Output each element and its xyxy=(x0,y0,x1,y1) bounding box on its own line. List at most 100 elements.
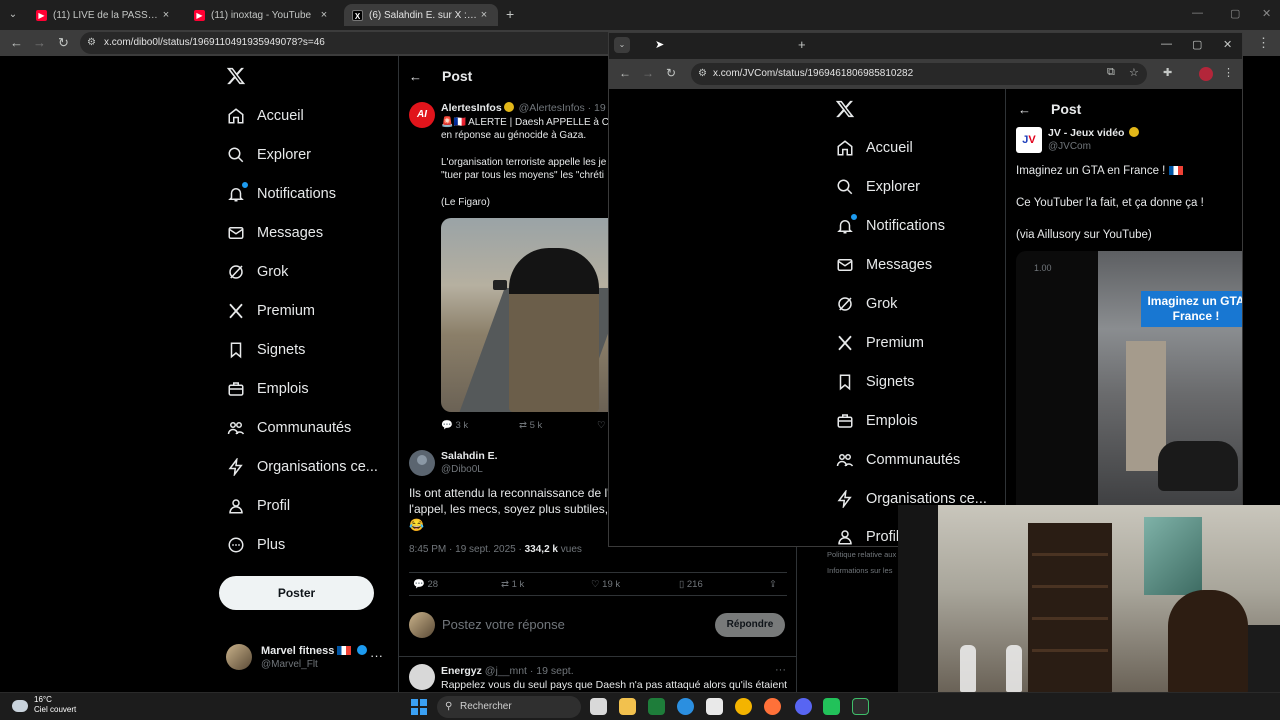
minimize-icon[interactable]: — xyxy=(1161,38,1172,50)
firefox-icon[interactable] xyxy=(764,698,781,715)
nav-verified-orgs[interactable]: Organisations ce... xyxy=(226,453,378,481)
back-icon[interactable]: ← xyxy=(10,35,23,50)
nav-jobs[interactable]: Emplois xyxy=(226,375,309,403)
nav-profile[interactable]: Profil xyxy=(835,523,899,546)
weather-widget[interactable]: 16°C Ciel couvert xyxy=(34,695,76,715)
nav-premium[interactable]: Premium xyxy=(226,297,315,325)
nav-grok[interactable]: Grok xyxy=(226,258,288,286)
reply-author-handle[interactable]: @Dibo0L xyxy=(441,464,483,475)
install-app-icon[interactable]: ⧉ xyxy=(1107,66,1115,79)
quoted-reposts[interactable]: ⇄ 5 k xyxy=(519,420,542,431)
close-window-icon[interactable]: ✕ xyxy=(1262,7,1271,20)
tab-youtube-live[interactable]: ▶ (11) LIVE de la PASSION - YouT × xyxy=(28,4,180,26)
task-view-icon[interactable] xyxy=(590,698,607,715)
tab-search-button[interactable]: ⌄ xyxy=(4,6,22,24)
xbox-icon[interactable] xyxy=(648,698,665,715)
menu-icon[interactable]: ⋮ xyxy=(1223,66,1234,79)
quoted-replies[interactable]: 💬 3 k xyxy=(441,420,468,431)
new-tab-button[interactable]: + xyxy=(506,6,514,22)
nav-messages[interactable]: Messages xyxy=(226,219,323,247)
account-switcher[interactable]: Marvel fitness @Marvel_Flt ··· xyxy=(226,642,386,672)
cloud-icon[interactable] xyxy=(12,700,28,712)
back-arrow-icon[interactable]: ← xyxy=(409,69,422,84)
nav-bookmarks[interactable]: Signets xyxy=(835,368,914,396)
extensions-icon[interactable]: ✚ xyxy=(1163,66,1172,79)
bookmark-button[interactable]: ▯ 216 xyxy=(679,579,703,590)
avatar[interactable]: AI xyxy=(409,102,435,128)
chrome-icon[interactable] xyxy=(735,698,752,715)
reload-icon[interactable]: ↻ xyxy=(666,66,676,80)
post-video[interactable]: 1.00 Imaginez un GTA France ! xyxy=(1016,251,1242,511)
close-window-icon[interactable]: ✕ xyxy=(1223,38,1232,51)
taskbar-search[interactable]: ⚲ Rechercher xyxy=(437,696,581,718)
profile-avatar[interactable] xyxy=(1199,67,1213,81)
nav-grok[interactable]: Grok xyxy=(835,290,897,318)
post-author-handle[interactable]: @JVCom xyxy=(1048,141,1091,152)
profile-icon xyxy=(835,527,855,546)
file-explorer-icon[interactable] xyxy=(619,698,636,715)
close-icon[interactable]: × xyxy=(160,9,172,21)
close-icon[interactable]: × xyxy=(318,9,330,21)
repost-button[interactable]: ⇄ 1 k xyxy=(501,579,524,590)
post-author-name[interactable]: JV - Jeux vidéo xyxy=(1048,127,1141,139)
tab-x-post[interactable]: X (6) Salahdin E. sur X : "@Alerte × xyxy=(344,4,498,26)
forward-icon[interactable]: → xyxy=(642,66,654,80)
footer-link[interactable]: Informations sur les xyxy=(827,566,892,575)
more-dots-icon[interactable]: ··· xyxy=(370,648,383,663)
footer-link[interactable]: Politique relative aux xyxy=(827,550,896,559)
new-tab-button[interactable]: + xyxy=(798,37,806,52)
tab-search-button[interactable]: ⌄ xyxy=(614,37,630,53)
share-icon[interactable]: ⇪ xyxy=(769,579,777,590)
nav-profile[interactable]: Profil xyxy=(226,492,290,520)
minimize-icon[interactable]: — xyxy=(1192,7,1203,19)
reply-submit-button[interactable]: Répondre xyxy=(715,613,785,637)
more-dots-icon[interactable]: ··· xyxy=(775,664,786,676)
like-icon[interactable]: ♡ xyxy=(597,420,606,431)
site-info-icon[interactable]: ⚙ xyxy=(698,63,707,85)
x-logo-icon[interactable] xyxy=(835,99,855,119)
nav-communities[interactable]: Communautés xyxy=(226,414,351,442)
reload-icon[interactable]: ↻ xyxy=(58,35,69,51)
tab-youtube-inoxtag[interactable]: ▶ (11) inoxtag - YouTube × xyxy=(186,4,338,26)
nav-notifications[interactable]: Notifications xyxy=(835,212,945,240)
forward-icon[interactable]: → xyxy=(33,35,46,50)
like-button[interactable]: ♡ 19 k xyxy=(591,579,620,590)
reply-input[interactable]: Postez votre réponse xyxy=(442,617,565,632)
poster xyxy=(1144,517,1202,595)
back-arrow-icon[interactable]: ← xyxy=(1018,102,1031,117)
nav-home[interactable]: Accueil xyxy=(226,102,304,130)
app-icon[interactable] xyxy=(852,698,869,715)
app-icon[interactable] xyxy=(823,698,840,715)
avatar[interactable]: JV xyxy=(1016,127,1042,153)
address-bar[interactable]: ⚙ x.com/JVCom/status/1969461806985810282 xyxy=(691,63,1147,85)
reply-author-name[interactable]: Salahdin E. xyxy=(441,450,498,462)
nav-bookmarks[interactable]: Signets xyxy=(226,336,305,364)
nav-notifications[interactable]: Notifications xyxy=(226,180,336,208)
menu-icon[interactable]: ⋮ xyxy=(1257,35,1270,51)
discord-icon[interactable] xyxy=(795,698,812,715)
post-button[interactable]: Poster xyxy=(219,576,374,610)
nav-more[interactable]: Plus xyxy=(226,531,285,559)
nav-jobs[interactable]: Emplois xyxy=(835,407,918,435)
nav-explore[interactable]: Explorer xyxy=(226,141,311,169)
close-icon[interactable]: × xyxy=(478,9,490,21)
nav-explore[interactable]: Explorer xyxy=(835,173,920,201)
site-info-icon[interactable]: ⚙ xyxy=(87,32,96,54)
edge-icon[interactable] xyxy=(677,698,694,715)
maximize-icon[interactable]: ▢ xyxy=(1230,7,1240,20)
maximize-icon[interactable]: ▢ xyxy=(1192,38,1202,51)
store-icon[interactable] xyxy=(706,698,723,715)
windows-start-icon[interactable] xyxy=(411,699,427,715)
nav-messages[interactable]: Messages xyxy=(835,251,932,279)
nav-communities[interactable]: Communautés xyxy=(835,446,960,474)
nav-home[interactable]: Accueil xyxy=(835,134,913,162)
quoted-author[interactable]: AlertesInfos @AlertesInfos · 19 s xyxy=(441,102,614,114)
next-reply-author[interactable]: Energyz @j__mnt · 19 sept. xyxy=(441,665,574,677)
nav-premium[interactable]: Premium xyxy=(835,329,924,357)
reply-button[interactable]: 💬 28 xyxy=(413,579,438,590)
star-icon[interactable]: ☆ xyxy=(1129,66,1139,79)
back-icon[interactable]: ← xyxy=(619,66,631,80)
avatar[interactable] xyxy=(409,664,435,690)
avatar[interactable] xyxy=(409,450,435,476)
x-logo-icon[interactable] xyxy=(226,66,246,86)
